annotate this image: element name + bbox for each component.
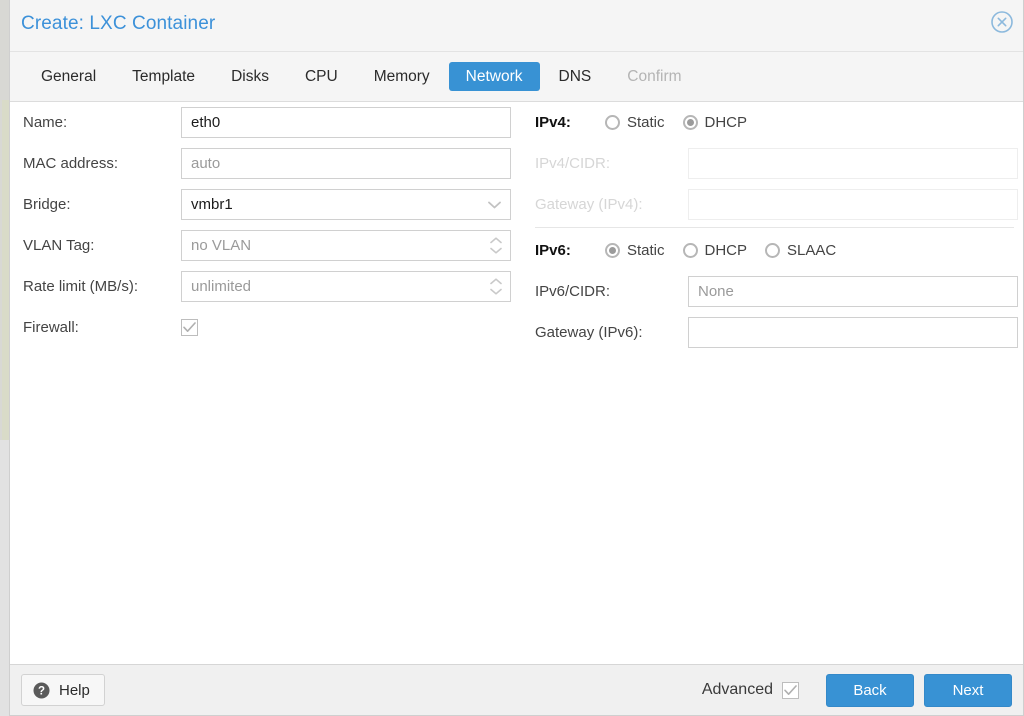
ipv4-dhcp-label: DHCP [704,114,748,131]
field-row-ipv4-cidr: IPv4/CIDR: [522,143,1023,184]
dialog-header: Create: LXC Container [10,0,1023,52]
name-label: Name: [23,114,68,131]
ipv4-gateway-input [688,189,1018,220]
rate-limit-input[interactable]: unlimited [181,271,511,302]
field-row-rate-limit: Rate limit (MB/s): unlimited [10,266,522,307]
field-row-name: Name: eth0 [10,102,522,143]
dialog-body: Name: eth0 MAC address: auto Bridge: vmb… [10,102,1023,664]
background-edge-strip-grey [0,440,9,716]
question-circle-icon: ? [33,682,50,698]
ipv6-cidr-input[interactable]: None [688,276,1018,307]
chevron-up-glyph [490,278,502,285]
checkmark-icon [183,322,196,332]
mac-address-label: MAC address: [23,155,119,172]
next-button[interactable]: Next [924,673,1012,707]
radio-selected-icon [605,243,620,258]
ipv4-static-label: Static [627,114,665,131]
rate-limit-label: Rate limit (MB/s): [23,278,139,295]
ipv4-gateway-label: Gateway (IPv4): [535,196,643,213]
close-circle-icon [991,11,1013,33]
tab-memory[interactable]: Memory [357,62,447,92]
tab-confirm: Confirm [627,67,682,85]
ipv6-gateway-input[interactable] [688,317,1018,348]
ipv4-cidr-input [688,148,1018,179]
checkmark-icon [784,684,797,695]
network-left-column: Name: eth0 MAC address: auto Bridge: vmb… [10,102,522,348]
field-row-mac-address: MAC address: auto [10,143,522,184]
vlan-tag-value: no VLAN [191,237,252,254]
rate-limit-value: unlimited [191,278,252,295]
spinner-updown-icon[interactable] [487,231,505,260]
field-row-ipv6-cidr: IPv6/CIDR: None [522,271,1023,312]
ipv6-static-option[interactable]: Static [605,243,665,258]
chevron-down-glyph [490,288,502,295]
page-title: Create: LXC Container [21,13,216,34]
chevron-down-glyph [490,247,502,254]
ipv6-dhcp-label: DHCP [704,242,748,259]
firewall-checkbox[interactable] [181,319,198,336]
advanced-label: Advanced [701,681,773,698]
vlan-tag-label: VLAN Tag: [23,237,95,254]
chevron-down-glyph [487,201,501,208]
tab-disks[interactable]: Disks [214,62,286,92]
field-row-vlan-tag: VLAN Tag: no VLAN [10,225,522,266]
ipv4-dhcp-option[interactable]: DHCP [682,114,748,131]
tab-template[interactable]: Template [115,62,212,92]
field-row-firewall: Firewall: [10,307,522,348]
tab-general[interactable]: General [24,62,113,92]
ipv6-slaac-label: SLAAC [787,242,837,259]
field-row-bridge: Bridge: vmbr1 [10,184,522,225]
wizard-tab-bar: General Template Disks CPU Memory Networ… [10,52,1023,102]
help-button[interactable]: ? Help [21,674,105,706]
ipv4-radio-group: IPv4: Static DHCP [522,102,1023,143]
ipv6-dhcp-option[interactable]: DHCP [682,242,748,259]
tab-network[interactable]: Network [448,61,540,92]
radio-selected-icon [682,115,698,130]
ipv4-ipv6-separator [535,227,1014,228]
ipv4-cidr-label: IPv4/CIDR: [535,155,611,172]
ipv6-gateway-label: Gateway (IPv6): [535,324,643,341]
radio-unselected-icon [682,243,698,258]
dialog-footer: ? Help Advanced Back Next [10,664,1023,715]
close-icon[interactable] [989,9,1015,35]
ipv6-group-label: IPv6: [535,242,571,259]
svg-text:?: ? [38,685,45,697]
ipv4-group-label: IPv4: [535,114,571,131]
tab-dns[interactable]: DNS [542,62,609,92]
bridge-select[interactable]: vmbr1 [181,189,511,220]
background-edge-strip-olive [2,100,9,440]
spinner-updown-icon[interactable] [487,272,505,301]
bridge-select-value: vmbr1 [191,196,233,213]
mac-address-input[interactable]: auto [181,148,511,179]
radio-unselected-icon [765,243,781,258]
ipv6-radio-group: IPv6: Static DHCP SLAAC [522,230,1023,271]
create-lxc-container-dialog: Create: LXC Container General Template D… [9,0,1024,716]
tab-cpu[interactable]: CPU [288,62,355,92]
radio-unselected-icon [605,115,620,130]
ipv4-static-option[interactable]: Static [605,115,665,130]
ipv6-cidr-label: IPv6/CIDR: [535,283,611,300]
firewall-label: Firewall: [23,319,79,336]
back-button[interactable]: Back [826,673,914,707]
vlan-tag-input[interactable]: no VLAN [181,230,511,261]
ipv6-static-label: Static [627,242,665,259]
advanced-toggle[interactable]: Advanced [701,681,799,699]
advanced-checkbox[interactable] [782,681,799,699]
chevron-down-icon[interactable] [484,190,504,219]
name-input[interactable]: eth0 [181,107,511,138]
network-right-column: IPv4: Static DHCP IPv4/CIDR: Gateway (IP… [522,102,1023,353]
field-row-ipv4-gateway: Gateway (IPv4): [522,184,1023,225]
help-button-label: Help [59,681,90,699]
field-row-ipv6-gateway: Gateway (IPv6): [522,312,1023,353]
bridge-label: Bridge: [23,196,71,213]
ipv6-slaac-option[interactable]: SLAAC [765,243,836,258]
chevron-up-glyph [490,237,502,244]
